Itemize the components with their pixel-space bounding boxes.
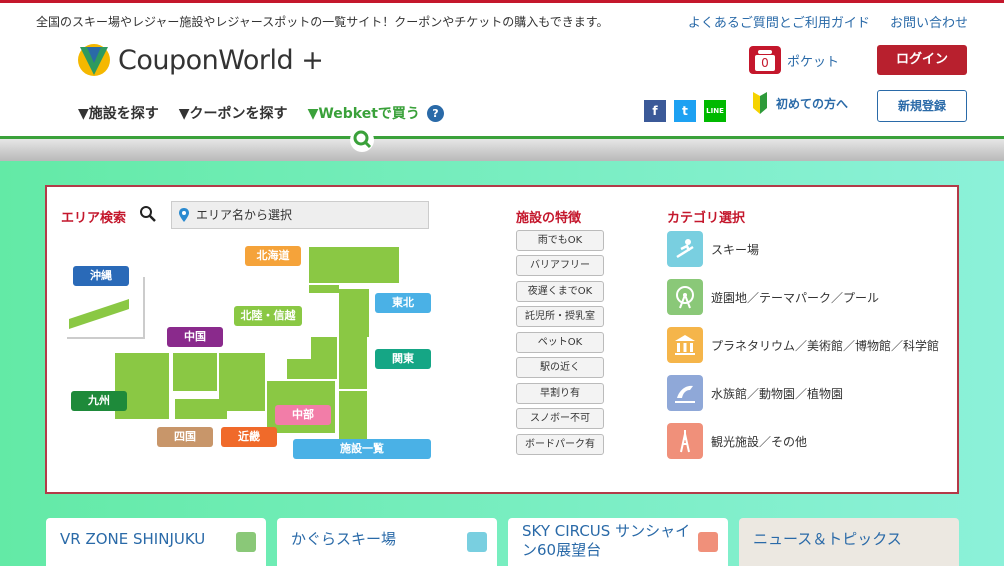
category-amusement[interactable]: 遊園地／テーマパーク／プール: [667, 279, 879, 315]
category-aquarium[interactable]: 水族館／動物園／植物園: [667, 375, 843, 411]
feature-late-night[interactable]: 夜遅くまでOK: [516, 281, 604, 302]
beginner-mark-icon: [753, 92, 767, 114]
skier-icon: [467, 532, 487, 552]
search-knob: [350, 128, 374, 152]
top-links: よくあるご質問とご利用ガイド お問い合わせ: [672, 12, 968, 31]
category-museum[interactable]: プラネタリウム／美術館／博物館／科学館: [667, 327, 939, 363]
area-select-placeholder: エリア名から選択: [196, 208, 293, 222]
tower-icon: [698, 532, 718, 552]
line-icon[interactable]: LINE: [704, 100, 726, 122]
feature-pet-ok[interactable]: ペットOK: [516, 332, 604, 353]
museum-icon: [667, 327, 703, 363]
map-hokkaido-tip: [309, 285, 339, 293]
site-tagline: 全国のスキー場やレジャー施設やレジャースポットの一覧サイト！クーポンやチケットの…: [36, 15, 609, 29]
map-tohoku[interactable]: [339, 337, 367, 389]
features-title: 施設の特徴: [516, 211, 582, 226]
okinawa-divider-v: [143, 277, 145, 337]
gray-band: [0, 139, 1004, 161]
logo-plus: +: [301, 44, 324, 76]
faq-guide-link[interactable]: よくあるご質問とご利用ガイド: [688, 16, 870, 31]
map-hokuriku[interactable]: [311, 337, 337, 359]
card-sky-circus-title: SKY CIRCUS サンシャイン60展望台: [522, 522, 691, 559]
ferris-wheel-icon: [236, 532, 256, 552]
site-header: 全国のスキー場やレジャー施設やレジャースポットの一覧サイト！クーポンやチケットの…: [0, 3, 1004, 139]
map-shinetsu[interactable]: [287, 359, 337, 379]
site-logo[interactable]: CouponWorld +: [76, 43, 324, 77]
dolphin-icon: [667, 375, 703, 411]
main-nav: ▼施設を探す ▼クーポンを探す ▼Webketで買う ?: [78, 103, 464, 123]
search-panel: エリア検索 エリア名から選択 北海道 沖縄 東北 北陸・信越 中国 関東 九州 …: [45, 185, 959, 494]
card-vr-zone-title: VR ZONE SHINJUKU: [60, 530, 206, 548]
map-pin-icon: [179, 208, 189, 222]
card-kagura[interactable]: かぐらスキー場: [277, 518, 497, 566]
region-kyushu[interactable]: 九州: [71, 391, 127, 411]
nav-webket-label: ▼Webketで買う: [307, 106, 420, 122]
logo-v-icon: [78, 44, 110, 76]
card-kagura-title: かぐらスキー場: [291, 530, 397, 548]
nav-find-coupon[interactable]: ▼クーポンを探す: [179, 103, 288, 123]
skier-icon: [667, 231, 703, 267]
social-links: f t LINE: [644, 100, 734, 122]
news-topics-title: ニュース＆トピックス: [753, 530, 902, 548]
category-museum-label: プラネタリウム／美術館／博物館／科学館: [711, 338, 940, 353]
map-shikoku[interactable]: [175, 399, 227, 419]
region-shikoku[interactable]: 四国: [157, 427, 213, 447]
map-chugoku[interactable]: [173, 353, 217, 391]
feature-near-station[interactable]: 駅の近く: [516, 357, 604, 378]
region-chugoku[interactable]: 中国: [167, 327, 223, 347]
area-select-field[interactable]: エリア名から選択: [171, 201, 429, 229]
twitter-icon[interactable]: t: [674, 100, 696, 122]
area-search-title: エリア検索: [61, 211, 127, 226]
search-icon: [353, 130, 372, 149]
magnifier-icon[interactable]: [139, 205, 157, 223]
card-vr-zone[interactable]: VR ZONE SHINJUKU: [46, 518, 266, 566]
okinawa-divider-h: [67, 337, 145, 339]
signup-button[interactable]: 新規登録: [877, 90, 967, 122]
category-ski-label: スキー場: [711, 242, 760, 257]
category-sightseeing[interactable]: 観光施設／その他: [667, 423, 807, 459]
pocket-count: 0: [755, 55, 775, 71]
region-kinki[interactable]: 近畿: [221, 427, 277, 447]
category-title: カテゴリ選択: [667, 211, 746, 226]
region-hokuriku-shinetsu[interactable]: 北陸・信越: [234, 306, 302, 326]
nav-find-facility[interactable]: ▼施設を探す: [78, 103, 159, 123]
region-hokkaido[interactable]: 北海道: [245, 246, 301, 266]
pocket-label: ポケット: [787, 54, 840, 70]
map-hokkaido[interactable]: [309, 247, 399, 283]
contact-link[interactable]: お問い合わせ: [890, 16, 968, 31]
help-icon[interactable]: ?: [426, 104, 444, 122]
card-sky-circus[interactable]: SKY CIRCUS サンシャイン60展望台: [508, 518, 728, 566]
feature-barrier-free[interactable]: バリアフリー: [516, 255, 604, 276]
category-ski[interactable]: スキー場: [667, 231, 759, 267]
facility-list-button[interactable]: 施設一覧: [293, 439, 431, 459]
feature-board-park[interactable]: ボードパーク有: [516, 434, 604, 455]
pocket-icon: 0: [749, 46, 781, 74]
category-sightseeing-label: 観光施設／その他: [711, 434, 808, 449]
category-amusement-label: 遊園地／テーマパーク／プール: [711, 290, 880, 305]
region-kanto[interactable]: 関東: [375, 349, 431, 369]
beginner-label: 初めての方へ: [776, 96, 849, 111]
beginner-link[interactable]: 初めての方へ: [752, 92, 848, 114]
feature-rain-ok[interactable]: 雨でもOK: [516, 230, 604, 251]
pocket-button[interactable]: 0 ポケット: [749, 46, 839, 74]
card-news[interactable]: ニュース＆トピックス: [739, 518, 959, 566]
category-aquarium-label: 水族館／動物園／植物園: [711, 386, 844, 401]
region-chubu[interactable]: 中部: [275, 405, 331, 425]
logo-text: CouponWorld: [118, 44, 294, 76]
region-okinawa[interactable]: 沖縄: [73, 266, 129, 286]
map-tohoku-north[interactable]: [339, 289, 369, 337]
map-okinawa[interactable]: [69, 299, 131, 329]
ferris-wheel-icon: [667, 279, 703, 315]
login-button[interactable]: ログイン: [877, 45, 967, 75]
feature-early-discount[interactable]: 早割り有: [516, 383, 604, 404]
feature-no-snowboard[interactable]: スノボー不可: [516, 408, 604, 429]
tower-icon: [667, 423, 703, 459]
nav-webket[interactable]: ▼Webketで買う ?: [308, 103, 444, 123]
region-tohoku[interactable]: 東北: [375, 293, 431, 313]
facebook-icon[interactable]: f: [644, 100, 666, 122]
feature-nursery[interactable]: 託児所・授乳室: [516, 306, 604, 327]
